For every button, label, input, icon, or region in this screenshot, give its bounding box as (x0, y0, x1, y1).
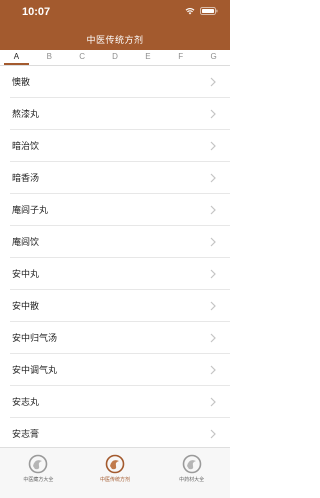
wifi-icon (185, 8, 195, 15)
tab-e[interactable]: E (131, 50, 164, 65)
list-item[interactable]: 懊散 (10, 66, 230, 98)
tabbar-label: 中药材大全 (179, 477, 205, 483)
list-item[interactable]: 安中归气汤 (10, 322, 230, 354)
tabbar-label: 中医藏方大全 (23, 477, 54, 483)
alphabet-tabs: A B C D E F G (0, 50, 230, 66)
chevron-right-icon (210, 365, 216, 375)
chevron-right-icon (210, 333, 216, 343)
list-item-label: 庵闾饮 (12, 238, 40, 248)
tabbar-item-formulas[interactable]: 中医藏方大全 (0, 448, 77, 498)
chevron-right-icon (210, 173, 216, 183)
page-title: 中医传统方剂 (86, 36, 144, 46)
status-time: 10:07 (22, 6, 51, 18)
bottom-tab-bar: 中医藏方大全 中医传统方剂 中药材大全 (0, 447, 230, 498)
list-item-label: 暗治饮 (12, 142, 40, 152)
list-item[interactable]: 熬漆丸 (10, 98, 230, 130)
tab-g[interactable]: G (197, 50, 230, 65)
tab-a[interactable]: A (0, 50, 33, 65)
list-item[interactable]: 暗香汤 (10, 162, 230, 194)
tabbar-label: 中医传统方剂 (100, 477, 131, 483)
list-item-label: 安志膏 (12, 430, 40, 440)
tabbar-item-herbs[interactable]: 中药材大全 (153, 448, 230, 498)
swirl-icon (29, 454, 48, 474)
chevron-right-icon (210, 237, 216, 247)
list-item[interactable]: 安志膏 (10, 418, 230, 450)
list-item-label: 安志丸 (12, 398, 40, 408)
battery-icon (200, 7, 218, 15)
list-item-label: 懊散 (12, 78, 31, 88)
list-item-label: 安中归气汤 (12, 334, 58, 344)
tab-c[interactable]: C (66, 50, 99, 65)
list-item-label: 熬漆丸 (12, 110, 40, 120)
chevron-right-icon (210, 429, 216, 439)
swirl-icon (105, 454, 125, 474)
chevron-right-icon (210, 269, 216, 279)
swirl-icon (182, 454, 201, 474)
list-item[interactable]: 庵闾饮 (10, 226, 230, 258)
tab-f[interactable]: F (164, 50, 197, 65)
chevron-right-icon (210, 77, 216, 87)
list-item[interactable]: 安志丸 (10, 386, 230, 418)
navigation-header: 10:07 中医传统方剂 (0, 0, 230, 50)
tab-b[interactable]: B (33, 50, 66, 65)
list-item[interactable]: 安中散 (10, 290, 230, 322)
list-item[interactable]: 安中丸 (10, 258, 230, 290)
chevron-right-icon (210, 141, 216, 151)
list-item-label: 暗香汤 (12, 174, 40, 184)
formula-list: 懊散 熬漆丸 暗治饮 暗香汤 庵闾子丸 庵闾饮 安中丸 安中散 安中归气汤 安中… (0, 66, 230, 450)
list-item[interactable]: 安中调气丸 (10, 354, 230, 386)
chevron-right-icon (210, 301, 216, 311)
tabbar-item-traditional[interactable]: 中医传统方剂 (77, 448, 154, 498)
status-icons (185, 7, 218, 15)
list-item-label: 安中丸 (12, 270, 40, 280)
chevron-right-icon (210, 205, 216, 215)
chevron-right-icon (210, 109, 216, 119)
list-item-label: 安中调气丸 (12, 366, 58, 376)
chevron-right-icon (210, 397, 216, 407)
list-item[interactable]: 暗治饮 (10, 130, 230, 162)
list-item-label: 庵闾子丸 (12, 206, 49, 216)
list-item[interactable]: 庵闾子丸 (10, 194, 230, 226)
list-item-label: 安中散 (12, 302, 40, 312)
tab-d[interactable]: D (99, 50, 132, 65)
